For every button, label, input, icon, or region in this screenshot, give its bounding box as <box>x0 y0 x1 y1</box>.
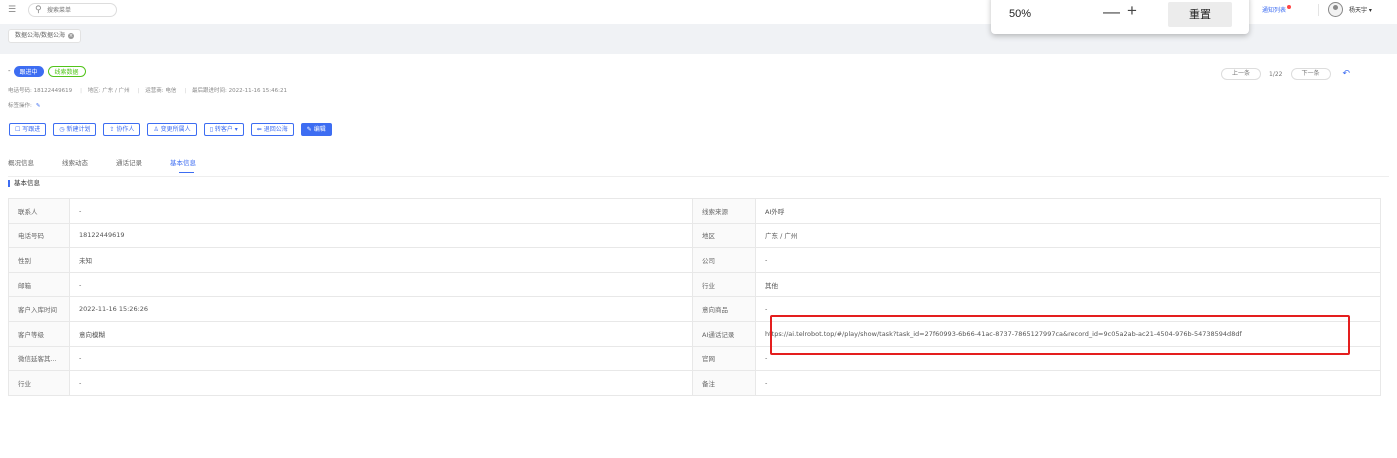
table-row: 性别 未知 公司 - <box>8 247 1381 273</box>
page-tab[interactable]: 数据公海/数据公海 × <box>8 29 82 43</box>
field-label: AI通话记录 <box>692 320 756 347</box>
search-input[interactable] <box>47 6 112 15</box>
zoom-reset-button[interactable]: 重置 <box>1168 2 1232 27</box>
search-box[interactable]: ⚲ <box>28 3 117 17</box>
search-icon: ⚲ <box>35 5 42 15</box>
field-value: 18122449619 <box>69 222 693 249</box>
action-toolbar: ☐ 写跟进 ◷ 新建计划 ⇪ 协作人 ♙ 变更所属人 ▯ 转客户 ▾ ⇚ 退回公… <box>9 123 339 136</box>
field-label: 官网 <box>692 345 756 372</box>
field-value: 广东 / 广州 <box>755 222 1381 249</box>
field-value: 未知 <box>69 247 693 273</box>
back-icon[interactable]: ↶ <box>1343 69 1351 79</box>
meta-last-follow: 最后跟进时间: 2022-11-16 15:46:21 <box>191 88 287 94</box>
notify-label: 通知列表 <box>1262 7 1287 14</box>
field-value: 其他 <box>755 271 1381 298</box>
page-tab-label: 数据公海/数据公海 <box>15 32 66 39</box>
change-owner-button[interactable]: ♙ 变更所属人 <box>147 123 197 136</box>
avatar-icon[interactable] <box>1328 2 1343 17</box>
field-label: 备注 <box>692 370 756 396</box>
tab-overview[interactable]: 概况信息 <box>8 157 34 167</box>
highlight-box <box>770 315 1350 355</box>
field-label: 行业 <box>692 271 756 298</box>
field-label: 微信延客其... <box>8 345 70 372</box>
field-label: 客户等级 <box>8 320 70 347</box>
tab-activity[interactable]: 线索动态 <box>62 157 88 167</box>
field-value: - <box>69 271 693 298</box>
table-row: 联系人 - 线索来源 AI外呼 <box>8 198 1381 224</box>
tab-call-records[interactable]: 通话记录 <box>116 157 142 167</box>
record-navigation: 上一条 1/22 下一条 ↶ <box>1221 68 1350 80</box>
header-divider <box>1318 4 1319 16</box>
meta-region: 地区: 广东 / 广州 <box>87 88 130 94</box>
field-value: 意向模糊 <box>69 320 693 347</box>
field-label: 意向商品 <box>692 296 756 322</box>
zoom-out-button[interactable]: — <box>1103 2 1120 22</box>
field-label: 电话号码 <box>8 222 70 249</box>
field-value: - <box>69 198 693 224</box>
field-value: - <box>69 345 693 372</box>
next-button[interactable]: 下一条 <box>1290 68 1331 80</box>
section-title: 基本信息 <box>8 180 40 187</box>
field-label: 地区 <box>692 222 756 249</box>
field-value: AI外呼 <box>755 198 1381 224</box>
field-label: 联系人 <box>8 198 70 224</box>
write-follow-button[interactable]: ☐ 写跟进 <box>9 123 47 136</box>
tag-label: 标签操作: <box>8 103 32 109</box>
field-value: - <box>755 370 1381 396</box>
meta-phone: 电话号码: 18122449619 <box>8 88 73 94</box>
tag-row: 标签操作: ✎ <box>8 101 40 109</box>
edit-icon[interactable]: ✎ <box>36 103 41 109</box>
tab-basic-info[interactable]: 基本信息 <box>170 157 196 173</box>
source-badge: 线索数据 <box>47 65 86 77</box>
zoom-popup: 50% — + 重置 <box>991 0 1249 34</box>
zoom-level: 50% <box>1009 8 1032 20</box>
collaborator-button[interactable]: ⇪ 协作人 <box>103 123 141 136</box>
field-label: 邮箱 <box>8 271 70 298</box>
menu-icon[interactable]: ☰ <box>8 6 17 15</box>
notify-dot <box>1287 5 1292 9</box>
new-plan-button[interactable]: ◷ 新建计划 <box>53 123 97 136</box>
field-label: 公司 <box>692 247 756 273</box>
detail-tabs: 概况信息 线索动态 通话记录 基本信息 <box>8 157 224 173</box>
close-icon[interactable]: × <box>68 33 75 39</box>
table-row: 电话号码 18122449619 地区 广东 / 广州 <box>8 222 1381 249</box>
zoom-in-button[interactable]: + <box>1127 1 1137 21</box>
record-counter: 1/22 <box>1269 70 1283 78</box>
field-value: - <box>755 247 1381 273</box>
field-label: 客户入库时间 <box>8 296 70 322</box>
field-label: 线索来源 <box>692 198 756 224</box>
edit-button[interactable]: ✎ 编辑 <box>300 123 332 136</box>
prev-button[interactable]: 上一条 <box>1221 68 1262 80</box>
notify-link[interactable]: 通知列表 <box>1262 5 1292 14</box>
tab-divider <box>8 176 1389 177</box>
content-gap <box>0 48 1397 54</box>
status-badge: 跟进中 <box>13 65 44 77</box>
field-label: 性别 <box>8 247 70 273</box>
table-row: 行业 - 备注 - <box>8 370 1381 396</box>
meta-carrier: 运营商: 电信 <box>145 88 177 94</box>
user-menu[interactable]: 杨天宇 ▾ <box>1349 5 1372 14</box>
record-name: - <box>8 67 11 75</box>
status-row: - 跟进中 线索数据 <box>8 65 86 77</box>
record-meta: 电话号码: 18122449619 | 地区: 广东 / 广州 | 运营商: 电信 |… <box>8 88 287 94</box>
field-label: 行业 <box>8 370 70 396</box>
table-row: 邮箱 - 行业 其他 <box>8 271 1381 298</box>
convert-customer-button[interactable]: ▯ 转客户 ▾ <box>203 123 244 136</box>
basic-info-table: 联系人 - 线索来源 AI外呼 电话号码 18122449619 地区 广东 / 广州 性别 未知… <box>8 198 1381 396</box>
return-pool-button[interactable]: ⇚ 退回公海 <box>250 123 294 136</box>
field-value: - <box>69 370 693 396</box>
field-value: 2022-11-16 15:26:26 <box>69 296 693 322</box>
